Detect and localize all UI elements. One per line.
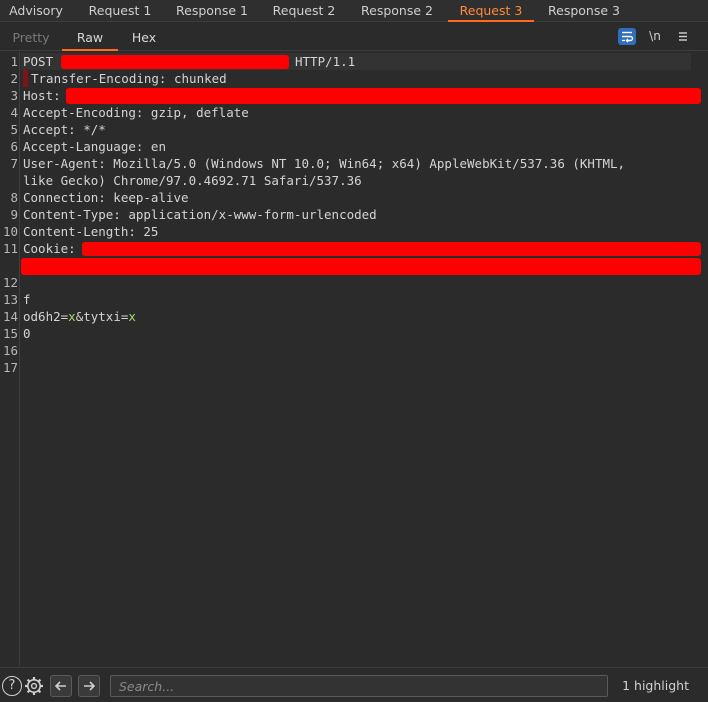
redaction-cookie [82, 242, 701, 256]
request-line-method: POST [23, 54, 54, 69]
chunk-size-line: f [23, 292, 31, 307]
header-cookie: Cookie: [23, 241, 76, 256]
line-number: 1 [10, 54, 18, 69]
header-user-agent: User-Agent: Mozilla/5.0 (Windows NT 10.0… [23, 156, 626, 171]
header-accept-language: Accept-Language: en [23, 139, 166, 154]
tab-raw[interactable]: Raw [62, 23, 118, 51]
line-number: 15 [2, 326, 18, 341]
header-transfer-encoding: Transfer-Encoding: chunked [31, 71, 227, 86]
tab-request-3[interactable]: Request 3 [448, 0, 534, 22]
request-line-version: HTTP/1.1 [295, 54, 356, 69]
header-content-length: Content-Length: 25 [23, 224, 159, 239]
line-number: 9 [10, 207, 18, 222]
header-content-type: Content-Type: application/x-www-form-url… [23, 207, 377, 222]
tab-request-1[interactable]: Request 1 [78, 0, 162, 22]
view-tab-bar: Pretty Raw Hex \n [0, 23, 708, 51]
tab-request-2[interactable]: Request 2 [262, 0, 346, 22]
param-value: x [68, 309, 76, 324]
line-number: 5 [10, 122, 18, 137]
tab-pretty[interactable]: Pretty [0, 23, 62, 51]
param-name: &tytxi= [75, 309, 129, 324]
text-wrap-icon[interactable] [618, 28, 636, 45]
line-number: 7 [10, 156, 18, 171]
param-name: od6h2= [23, 309, 69, 324]
newline-toggle[interactable]: \n [646, 28, 664, 45]
header-host: Host: [23, 88, 61, 103]
line-number: 12 [2, 275, 18, 290]
redaction-url [61, 55, 289, 69]
line-number: 8 [10, 190, 18, 205]
header-user-agent-wrap: like Gecko) Chrome/97.0.4692.71 Safari/5… [23, 173, 362, 188]
tab-advisory[interactable]: Advisory [0, 0, 72, 22]
line-number: 14 [2, 309, 18, 324]
tab-response-3[interactable]: Response 3 [538, 0, 630, 22]
search-bar: ? 1 highlight [0, 667, 708, 702]
line-number: 6 [10, 139, 18, 154]
raw-request-editor[interactable]: 1 2 3 4 5 6 7 8 9 10 11 12 13 14 15 16 1… [0, 52, 708, 666]
arrow-left-icon[interactable] [50, 675, 72, 697]
help-icon[interactable]: ? [2, 676, 22, 696]
search-input[interactable] [110, 675, 608, 697]
redaction-host [66, 88, 701, 104]
line-number: 3 [10, 88, 18, 103]
line-number: 4 [10, 105, 18, 120]
line-number-gutter: 1 2 3 4 5 6 7 8 9 10 11 12 13 14 15 16 1… [0, 52, 20, 666]
tab-response-1[interactable]: Response 1 [166, 0, 258, 22]
header-accept: Accept: */* [23, 122, 106, 137]
redaction-cookie-wrap [21, 258, 701, 275]
body-params-line: od6h2=x&tytxi=x [23, 308, 136, 325]
tab-response-2[interactable]: Response 2 [350, 0, 444, 22]
chunk-terminator-line: 0 [23, 326, 31, 341]
header-connection: Connection: keep-alive [23, 190, 189, 205]
tab-hex[interactable]: Hex [118, 23, 170, 51]
highlight-count: 1 highlight [622, 678, 689, 693]
hamburger-menu-icon[interactable] [674, 28, 692, 45]
line-number: 10 [2, 224, 18, 239]
line-number: 13 [2, 292, 18, 307]
message-tab-bar: Advisory Request 1 Response 1 Request 2 … [0, 0, 708, 22]
line-number: 17 [2, 360, 18, 375]
line-number: 16 [2, 343, 18, 358]
line-number: 11 [2, 241, 18, 256]
line-number: 2 [10, 71, 18, 86]
gear-icon[interactable] [23, 675, 45, 697]
header-accept-encoding: Accept-Encoding: gzip, deflate [23, 105, 249, 120]
param-value: x [128, 309, 136, 324]
text-cursor-marker [23, 70, 28, 87]
arrow-right-icon[interactable] [78, 675, 100, 697]
